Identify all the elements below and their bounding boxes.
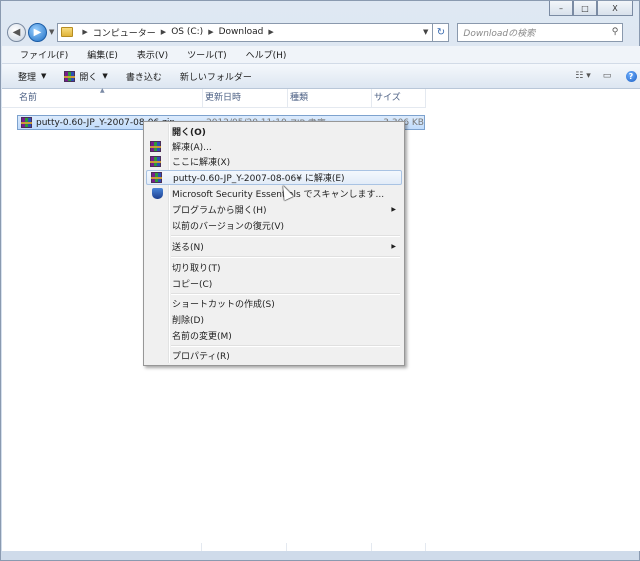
organize-label: 整理 bbox=[18, 72, 37, 83]
winrar-icon bbox=[149, 156, 161, 167]
menu-item-properties[interactable]: プロパティ(R) bbox=[146, 348, 402, 363]
command-bar: 整理 ▼ 開く ▼ 書き込む 新しいフォルダー ☷ ▾ ▭ ? bbox=[2, 64, 640, 89]
menu-item-send-to[interactable]: 送る(N) ▶ bbox=[146, 239, 402, 254]
forward-arrow-icon: ▶ bbox=[33, 26, 42, 38]
menu-item-label: 開く(O) bbox=[172, 128, 206, 138]
winrar-icon bbox=[150, 172, 162, 183]
menu-item-copy[interactable]: コピー(C) bbox=[146, 276, 402, 291]
menu-edit[interactable]: 編集(E) bbox=[75, 48, 125, 61]
new-folder-label: 新しいフォルダー bbox=[179, 72, 252, 83]
close-button[interactable]: X bbox=[597, 1, 633, 16]
menu-item-extract-here[interactable]: ここに解凍(X) bbox=[146, 154, 402, 169]
menu-file[interactable]: ファイル(F) bbox=[2, 48, 75, 61]
folder-icon bbox=[61, 27, 74, 37]
winrar-icon bbox=[64, 70, 76, 82]
menu-item-restore-versions[interactable]: 以前のバージョンの復元(V) bbox=[146, 218, 402, 233]
search-placeholder: Downloadの検索 bbox=[463, 28, 536, 39]
chevron-down-icon: ▼ bbox=[102, 72, 108, 80]
menu-item-label: 送る(N) bbox=[172, 243, 204, 253]
menu-item-label: 以前のバージョンの復元(V) bbox=[172, 222, 284, 232]
menu-item-label: 名前の変更(M) bbox=[172, 332, 232, 342]
column-header-date[interactable]: 更新日時 bbox=[203, 89, 288, 107]
menu-help[interactable]: ヘルプ(H) bbox=[234, 48, 294, 61]
winrar-icon bbox=[149, 141, 161, 152]
chevron-right-icon[interactable]: ▶ bbox=[268, 28, 273, 36]
refresh-button[interactable]: ↻ bbox=[433, 22, 450, 42]
address-dropdown-icon[interactable]: ▼ bbox=[419, 28, 432, 36]
forward-button[interactable]: ▶ bbox=[28, 22, 47, 42]
menu-bar: ファイル(F) 編集(E) 表示(V) ツール(T) ヘルプ(H) bbox=[2, 46, 640, 64]
column-footer bbox=[2, 543, 426, 551]
context-menu: 開く(O) 解凍(A)... ここに解凍(X) putty-0.60-JP_Y-… bbox=[143, 121, 405, 366]
menu-separator bbox=[171, 293, 400, 295]
menu-item-rename[interactable]: 名前の変更(M) bbox=[146, 328, 402, 343]
menu-item-delete[interactable]: 削除(D) bbox=[146, 312, 402, 327]
search-icon[interactable]: ⚲ bbox=[612, 27, 619, 37]
maximize-button[interactable]: □ bbox=[573, 1, 597, 16]
menu-item-extract-to-folder[interactable]: putty-0.60-JP_Y-2007-08-06¥ に解凍(E) bbox=[146, 170, 402, 185]
burn-label: 書き込む bbox=[125, 72, 162, 83]
menu-item-create-shortcut[interactable]: ショートカットの作成(S) bbox=[146, 296, 402, 311]
explorer-window: – □ X ◀ ▶ ▼ ▶ コンピューター ▶ OS (C:) ▶ Downlo… bbox=[0, 0, 640, 561]
recent-pages-chevron-icon[interactable]: ▼ bbox=[49, 28, 54, 36]
menu-tools[interactable]: ツール(T) bbox=[175, 48, 234, 61]
menu-separator bbox=[171, 235, 400, 237]
menu-item-label: ここに解凍(X) bbox=[172, 158, 231, 168]
menu-item-cut[interactable]: 切り取り(T) bbox=[146, 260, 402, 275]
menu-item-label: Microsoft Security Essentials でスキャンします..… bbox=[172, 190, 385, 200]
back-arrow-icon: ◀ bbox=[12, 26, 21, 38]
zip-archive-icon bbox=[21, 117, 32, 128]
new-folder-button[interactable]: 新しいフォルダー bbox=[173, 67, 259, 85]
toolbar-right: ☷ ▾ ▭ ? bbox=[568, 68, 640, 84]
help-icon: ? bbox=[625, 70, 637, 82]
submenu-arrow-icon: ▶ bbox=[391, 206, 396, 213]
menu-item-scan[interactable]: Microsoft Security Essentials でスキャンします..… bbox=[146, 186, 402, 201]
menu-view[interactable]: 表示(V) bbox=[125, 48, 175, 61]
security-essentials-icon bbox=[151, 188, 163, 199]
organize-button[interactable]: 整理 ▼ bbox=[2, 67, 53, 85]
burn-button[interactable]: 書き込む bbox=[119, 67, 169, 85]
help-button[interactable]: ? bbox=[622, 68, 640, 84]
submenu-arrow-icon: ▶ bbox=[391, 243, 396, 250]
menu-item-extract[interactable]: 解凍(A)... bbox=[146, 139, 402, 154]
menu-item-open[interactable]: 開く(O) bbox=[146, 124, 402, 139]
breadcrumb-drive[interactable]: OS (C:) bbox=[171, 27, 203, 37]
open-button[interactable]: 開く ▼ bbox=[57, 67, 114, 85]
minimize-button[interactable]: – bbox=[549, 1, 573, 16]
sort-ascending-icon: ▲ bbox=[100, 87, 105, 94]
column-header-size[interactable]: サイズ bbox=[372, 89, 426, 107]
chevron-right-icon[interactable]: ▶ bbox=[82, 28, 87, 36]
menu-item-label: 解凍(A)... bbox=[172, 143, 212, 153]
chevron-down-icon: ▼ bbox=[41, 72, 47, 80]
open-label: 開く bbox=[79, 72, 98, 83]
menu-item-label: プログラムから開く(H) bbox=[172, 206, 267, 216]
menu-item-label: putty-0.60-JP_Y-2007-08-06¥ に解凍(E) bbox=[173, 174, 345, 184]
breadcrumb-download[interactable]: Download bbox=[219, 27, 264, 37]
column-headers: ▲ 名前 更新日時 種類 サイズ bbox=[2, 87, 426, 108]
chevron-right-icon[interactable]: ▶ bbox=[208, 28, 213, 36]
menu-item-label: コピー(C) bbox=[172, 280, 213, 290]
view-options-icon[interactable]: ☷ ▾ bbox=[574, 68, 592, 84]
column-header-type[interactable]: 種類 bbox=[288, 89, 372, 107]
chevron-right-icon[interactable]: ▶ bbox=[161, 28, 166, 36]
menu-item-open-with[interactable]: プログラムから開く(H) ▶ bbox=[146, 202, 402, 217]
caption-buttons: – □ X bbox=[549, 1, 633, 16]
address-bar-row: ◀ ▶ ▼ ▶ コンピューター ▶ OS (C:) ▶ Download ▶ ▼… bbox=[7, 20, 635, 44]
breadcrumb-computer[interactable]: コンピューター bbox=[93, 26, 156, 39]
menu-separator bbox=[171, 256, 400, 258]
menu-item-label: プロパティ(R) bbox=[172, 352, 230, 362]
menu-item-label: ショートカットの作成(S) bbox=[172, 300, 275, 310]
preview-pane-icon[interactable]: ▭ bbox=[598, 68, 616, 84]
menu-item-label: 切り取り(T) bbox=[172, 264, 221, 274]
refresh-icon: ↻ bbox=[436, 26, 446, 38]
menu-separator bbox=[171, 345, 400, 347]
menu-item-label: 削除(D) bbox=[172, 316, 204, 326]
search-input[interactable]: Downloadの検索 ⚲ bbox=[457, 22, 624, 42]
address-input[interactable]: ▶ コンピューター ▶ OS (C:) ▶ Download ▶ ▼ bbox=[57, 22, 434, 42]
back-button[interactable]: ◀ bbox=[7, 22, 26, 42]
